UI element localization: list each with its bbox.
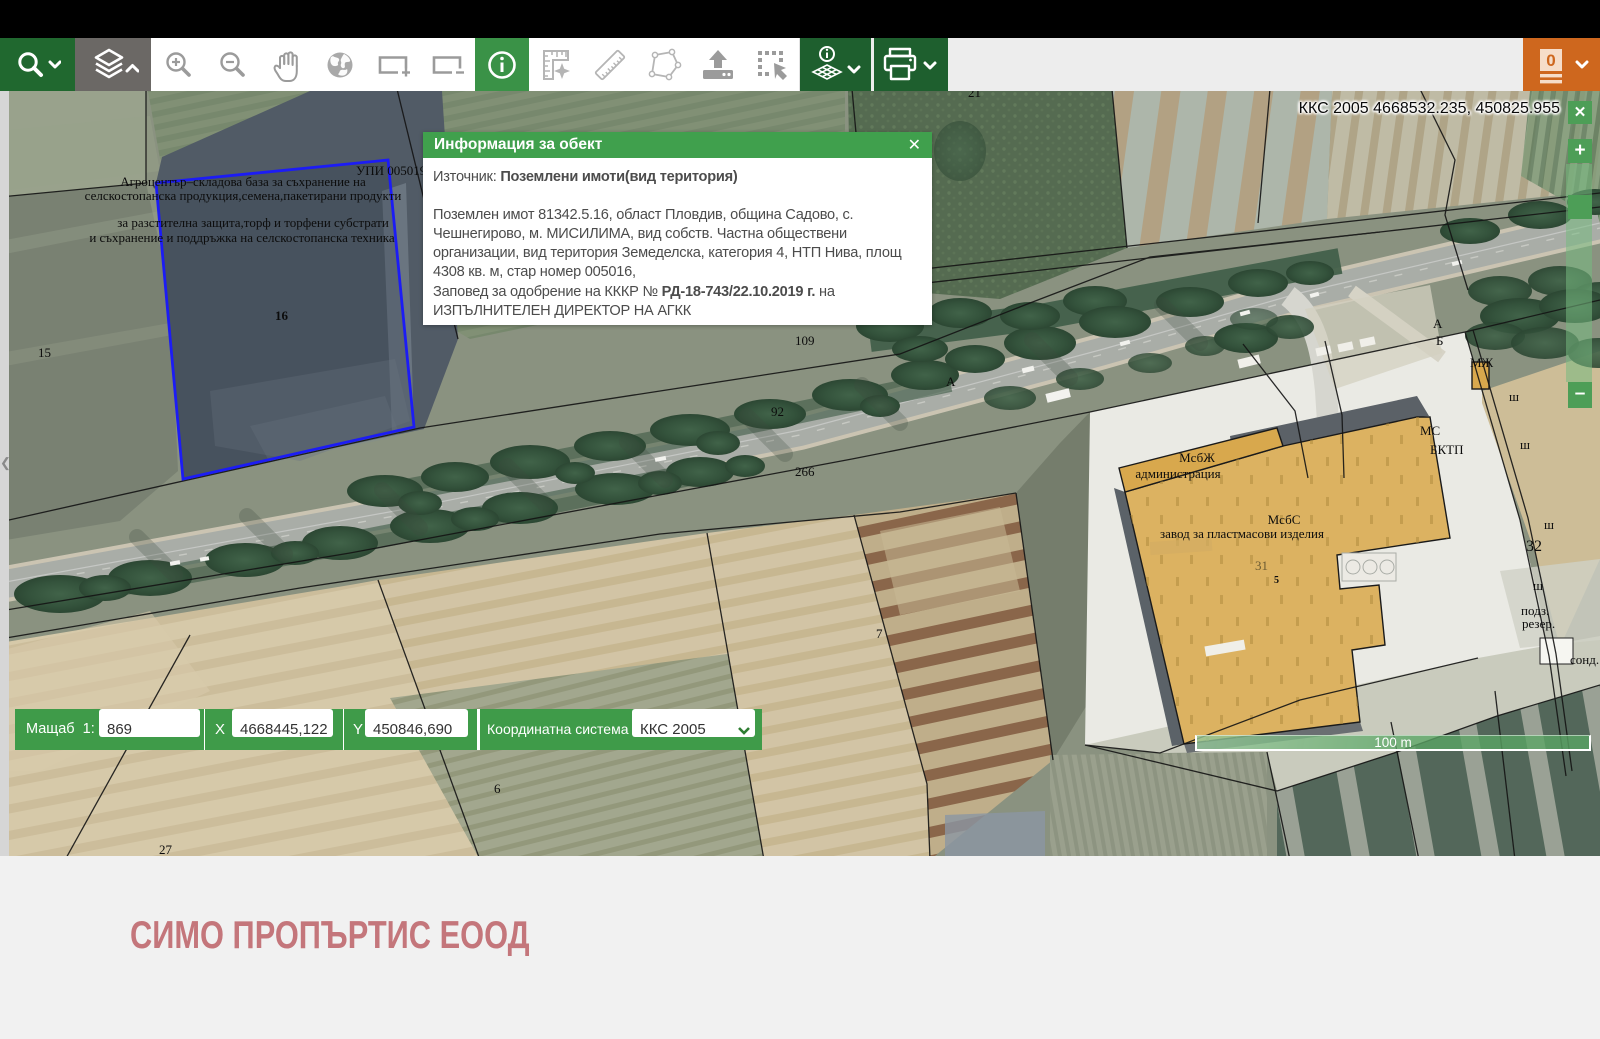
- svg-text:ш: ш: [1533, 578, 1543, 593]
- svg-text:УПИ 005019: УПИ 005019: [356, 163, 426, 178]
- svg-text:А: А: [1433, 316, 1443, 331]
- svg-text:МС: МС: [1420, 423, 1440, 438]
- svg-text:за разстителна защита,торф и т: за разстителна защита,торф и торфени суб…: [117, 215, 389, 230]
- svg-text:селскостопанска продукция,семе: селскостопанска продукция,семена,пакетир…: [85, 188, 402, 203]
- svg-text:ш: ш: [1520, 437, 1530, 452]
- svg-text:92: 92: [771, 404, 784, 419]
- svg-text:16: 16: [275, 308, 289, 323]
- svg-text:резер.: резер.: [1522, 616, 1555, 631]
- svg-text:МсбЖ: МсбЖ: [1179, 450, 1215, 465]
- svg-text:7: 7: [876, 626, 883, 641]
- svg-text:32: 32: [1526, 538, 1542, 555]
- svg-text:Агроцентър–складова база за съ: Агроцентър–складова база за съхранение н…: [120, 174, 366, 189]
- svg-text:ш: ш: [1544, 517, 1554, 532]
- svg-text:21: 21: [968, 91, 981, 100]
- svg-text:31: 31: [1255, 558, 1268, 573]
- svg-text:администрация: администрация: [1135, 466, 1220, 481]
- svg-text:109: 109: [795, 333, 815, 348]
- svg-text:15: 15: [38, 345, 51, 360]
- svg-text:5: 5: [1274, 575, 1279, 586]
- svg-text:Б: Б: [1436, 333, 1443, 348]
- svg-text:МсбС: МсбС: [1268, 512, 1301, 527]
- svg-text:и съхранение и поддръжка на се: и съхранение и поддръжка на селскостопан…: [89, 230, 395, 245]
- svg-text:266: 266: [795, 464, 815, 479]
- svg-text:ш: ш: [1509, 389, 1519, 404]
- svg-text:завод за пластмасови изделия: завод за пластмасови изделия: [1160, 526, 1324, 541]
- svg-text:6: 6: [494, 781, 501, 796]
- svg-text:МЖ: МЖ: [1470, 355, 1494, 370]
- svg-text:27: 27: [159, 842, 173, 856]
- svg-text:БКТП: БКТП: [1430, 442, 1463, 457]
- svg-text:сонд.: сонд.: [1570, 652, 1599, 667]
- svg-text:0: 0: [1546, 51, 1555, 70]
- svg-text:А: А: [946, 374, 956, 389]
